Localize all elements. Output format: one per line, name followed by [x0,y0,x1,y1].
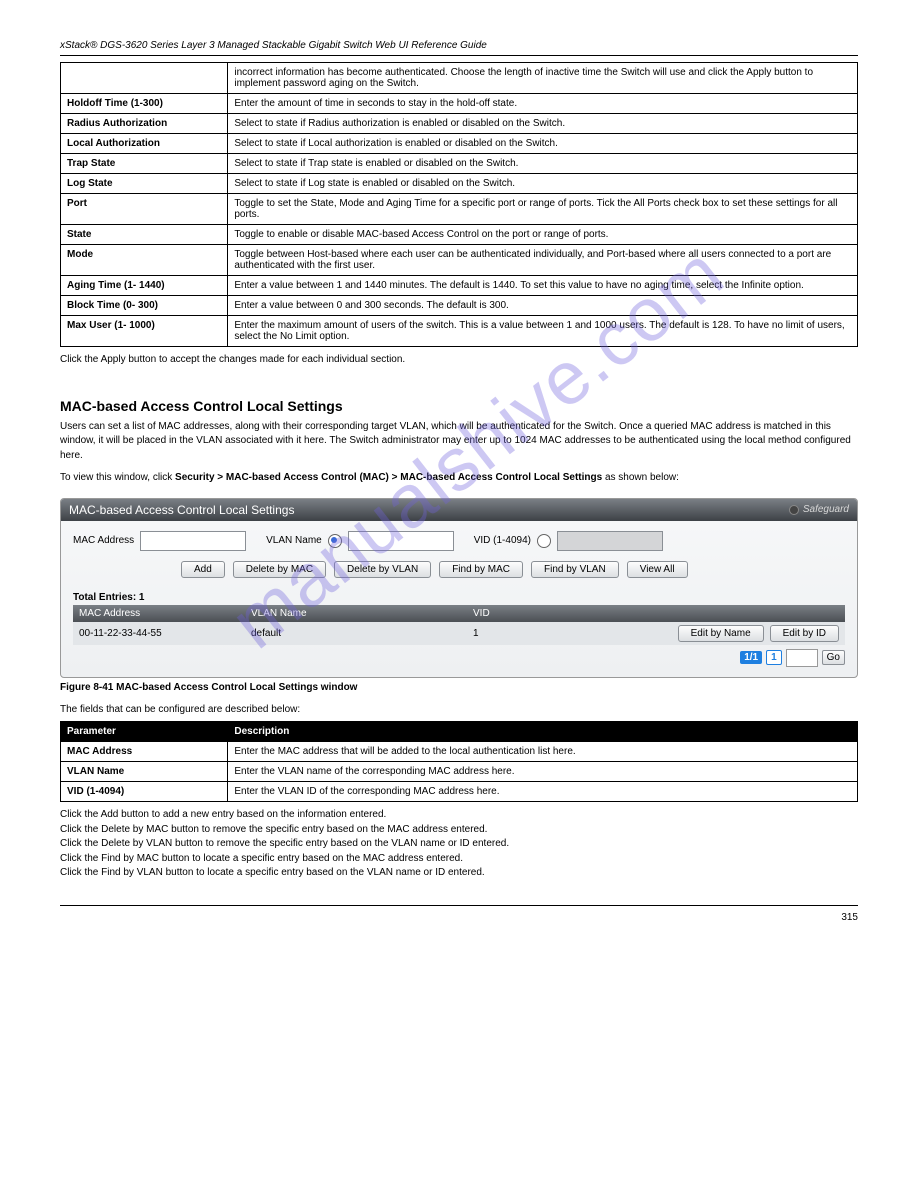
param-cell: Local Authorization [61,134,228,154]
desc-cell: Enter the VLAN ID of the corresponding M… [228,782,858,802]
header-title: xStack® DGS-3620 Series Layer 3 Managed … [60,40,487,51]
edit-by-id-button[interactable]: Edit by ID [770,625,839,642]
parameters-table: Parameter Description MAC AddressEnter t… [60,721,858,802]
param-cell: Trap State [61,154,228,174]
footer-divider [60,905,858,906]
desc-cell: Enter a value between 1 and 1440 minutes… [228,276,858,296]
mac-address-label: MAC Address [73,535,134,546]
desc-header: Description [228,722,858,742]
param-cell: Log State [61,174,228,194]
pager: 1/1 1 Go [73,649,845,667]
param-header: Parameter [61,722,228,742]
param-cell [61,63,228,94]
param-cell: Aging Time (1- 1440) [61,276,228,296]
button-row: Add Delete by MAC Delete by VLAN Find by… [181,561,845,578]
safeguard-text: Safeguard [803,504,849,515]
param-cell: Holdoff Time (1-300) [61,94,228,114]
desc-cell: Select to state if Log state is enabled … [228,174,858,194]
vlan-name-radio[interactable] [328,534,342,548]
param-cell: MAC Address [61,742,228,762]
row-vlan: default [245,625,467,642]
vid-label: VID (1-4094) [474,535,531,546]
panel-title-text: MAC-based Access Control Local Settings [69,503,294,517]
table-row: 00-11-22-33-44-55 default 1 Edit by Name… [73,622,845,645]
add-button[interactable]: Add [181,561,225,578]
row-vid: 1 [467,625,633,642]
parameters-continued-table: incorrect information has become authent… [60,62,858,347]
pager-go-button[interactable]: Go [822,650,845,665]
desc-cell: incorrect information has become authent… [228,63,858,94]
table2-intro: The fields that can be configured are de… [60,703,858,718]
nav-path-line: To view this window, click Security > MA… [60,471,858,486]
action-note: Click the Find by VLAN button to locate … [60,866,858,881]
section-title: MAC-based Access Control Local Settings [60,398,858,414]
param-cell: VID (1-4094) [61,782,228,802]
desc-cell: Enter the maximum amount of users of the… [228,316,858,347]
param-cell: Radius Authorization [61,114,228,134]
panel-titlebar: MAC-based Access Control Local Settings … [61,499,857,521]
param-cell: VLAN Name [61,762,228,782]
vlan-name-input[interactable] [348,531,454,551]
desc-cell: Select to state if Trap state is enabled… [228,154,858,174]
vlan-name-label: VLAN Name [266,535,322,546]
find-by-mac-button[interactable]: Find by MAC [439,561,523,578]
header-left: xStack® DGS-3620 Series Layer 3 Managed … [60,40,858,51]
view-all-button[interactable]: View All [627,561,688,578]
action-note: Click the Add button to add a new entry … [60,808,858,823]
header-divider [60,55,858,56]
edit-by-name-button[interactable]: Edit by Name [678,625,764,642]
delete-by-vlan-button[interactable]: Delete by VLAN [334,561,431,578]
safeguard-icon [789,505,799,515]
find-by-vlan-button[interactable]: Find by VLAN [531,561,619,578]
mac-address-input[interactable] [140,531,246,551]
total-entries-label: Total Entries: 1 [73,592,845,603]
action-note: Click the Find by MAC button to locate a… [60,852,858,867]
desc-cell: Enter a value between 0 and 300 seconds.… [228,296,858,316]
pager-total: 1 [766,650,782,665]
param-cell: State [61,225,228,245]
desc-cell: Toggle between Host-based where each use… [228,245,858,276]
param-cell: Block Time (0- 300) [61,296,228,316]
delete-by-mac-button[interactable]: Delete by MAC [233,561,326,578]
desc-cell: Select to state if Radius authorization … [228,114,858,134]
desc-cell: Toggle to enable or disable MAC-based Ac… [228,225,858,245]
desc-cell: Enter the VLAN name of the corresponding… [228,762,858,782]
action-note: Click the Delete by MAC button to remove… [60,823,858,838]
nav-post: as shown below: [605,472,679,483]
nav-path: Security > MAC-based Access Control (MAC… [175,472,602,483]
desc-cell: Toggle to set the State, Mode and Aging … [228,194,858,225]
grid-header-vid: VID [467,605,845,622]
vid-input[interactable] [557,531,663,551]
page-number: 315 [841,912,858,923]
vid-radio[interactable] [537,534,551,548]
settings-panel: MAC-based Access Control Local Settings … [60,498,858,678]
pager-input[interactable] [786,649,818,667]
row-mac: 00-11-22-33-44-55 [73,625,245,642]
action-note: Click the Delete by VLAN button to remov… [60,837,858,852]
desc-cell: Enter the amount of time in seconds to s… [228,94,858,114]
input-row: MAC Address VLAN Name VID (1-4094) [73,531,845,551]
figure-caption: Figure 8-41 MAC-based Access Control Loc… [60,682,858,693]
desc-cell: Select to state if Local authorization i… [228,134,858,154]
grid-header-mac: MAC Address [73,605,245,622]
param-cell: Mode [61,245,228,276]
desc-cell: Enter the MAC address that will be added… [228,742,858,762]
nav-pre: To view this window, click [60,472,175,483]
grid-header-vlan: VLAN Name [245,605,467,622]
param-cell: Port [61,194,228,225]
pager-current: 1/1 [740,651,762,664]
param-cell: Max User (1- 1000) [61,316,228,347]
grid-header: MAC Address VLAN Name VID [73,605,845,622]
apply-note: Click the Apply button to accept the cha… [60,353,858,368]
section-intro-paragraph: Users can set a list of MAC addresses, a… [60,420,858,464]
safeguard-label: Safeguard [789,504,849,515]
